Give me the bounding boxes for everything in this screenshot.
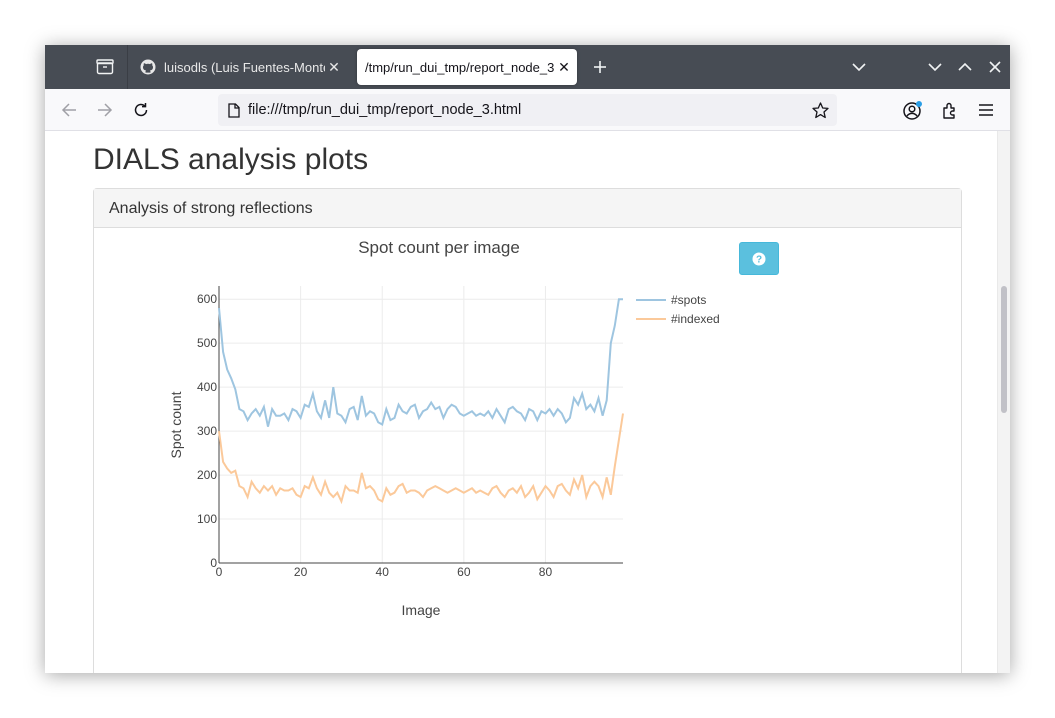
legend-label: #indexed — [671, 312, 720, 326]
x-axis-label: Image — [402, 602, 441, 618]
y-tick-label: 0 — [210, 556, 217, 570]
new-tab-icon[interactable] — [586, 53, 614, 81]
y-tick-label: 300 — [197, 424, 217, 438]
y-tick-label: 600 — [197, 292, 217, 306]
x-tick-label: 40 — [376, 565, 390, 579]
back-arrow-icon[interactable] — [55, 96, 83, 124]
firefox-view-icon[interactable] — [91, 53, 119, 81]
minimize-icon[interactable] — [921, 53, 949, 81]
scrollbar[interactable] — [997, 131, 1010, 673]
x-tick-label: 60 — [457, 565, 471, 579]
y-axis-label: Spot count — [168, 391, 184, 458]
tab-close-icon[interactable]: ✕ — [325, 59, 343, 76]
github-icon — [140, 59, 156, 75]
url-text[interactable]: file:///tmp/run_dui_tmp/report_node_3.ht… — [248, 102, 812, 118]
scrollbar-thumb[interactable] — [1001, 286, 1007, 413]
series-line-indexed — [218, 413, 624, 505]
reload-icon[interactable] — [127, 96, 155, 124]
y-tick-label: 100 — [197, 512, 217, 526]
tab-report[interactable]: /tmp/run_dui_tmp/report_node_3.html ✕ — [357, 49, 577, 85]
strong-reflections-panel: Analysis of strong reflections ? 0 20 40 60… — [93, 188, 962, 673]
address-bar[interactable]: file:///tmp/run_dui_tmp/report_node_3.ht… — [218, 94, 837, 126]
extensions-icon[interactable] — [936, 96, 964, 124]
tab-separator — [127, 45, 128, 89]
close-window-icon[interactable] — [981, 53, 1009, 81]
forward-arrow-icon[interactable] — [91, 96, 119, 124]
legend-label: #spots — [671, 293, 706, 307]
y-tick-label: 400 — [197, 380, 217, 394]
tab-title: luisodls (Luis Fuentes-Montero) — [164, 59, 325, 75]
y-tick-label: 500 — [197, 336, 217, 350]
maximize-icon[interactable] — [951, 53, 979, 81]
page-icon — [228, 102, 240, 118]
chart-title: Spot count per image — [358, 238, 520, 257]
tab-title: /tmp/run_dui_tmp/report_node_3.html — [365, 59, 555, 75]
spot-count-chart: 0 20 40 60 800100200300400500600Spot count p… — [168, 238, 720, 618]
tab-close-icon[interactable]: ✕ — [555, 59, 573, 76]
list-tabs-icon[interactable] — [845, 53, 873, 81]
account-icon[interactable] — [899, 96, 927, 124]
tab-bar: luisodls (Luis Fuentes-Montero) ✕ /tmp/r… — [45, 45, 1010, 89]
browser-window: luisodls (Luis Fuentes-Montero) ✕ /tmp/r… — [45, 45, 1010, 673]
menu-icon[interactable] — [972, 96, 1000, 124]
x-tick-label: 80 — [539, 565, 553, 579]
page-title: DIALS analysis plots — [93, 143, 369, 176]
tab-github[interactable]: luisodls (Luis Fuentes-Montero) ✕ — [133, 49, 347, 85]
navigation-bar: file:///tmp/run_dui_tmp/report_node_3.ht… — [45, 89, 1010, 131]
page-content: DIALS analysis plots Analysis of strong … — [45, 131, 1010, 673]
series-line-spots — [218, 298, 623, 427]
bookmark-star-icon[interactable] — [812, 101, 829, 119]
x-tick-label: 20 — [294, 565, 308, 579]
y-tick-label: 200 — [197, 468, 217, 482]
